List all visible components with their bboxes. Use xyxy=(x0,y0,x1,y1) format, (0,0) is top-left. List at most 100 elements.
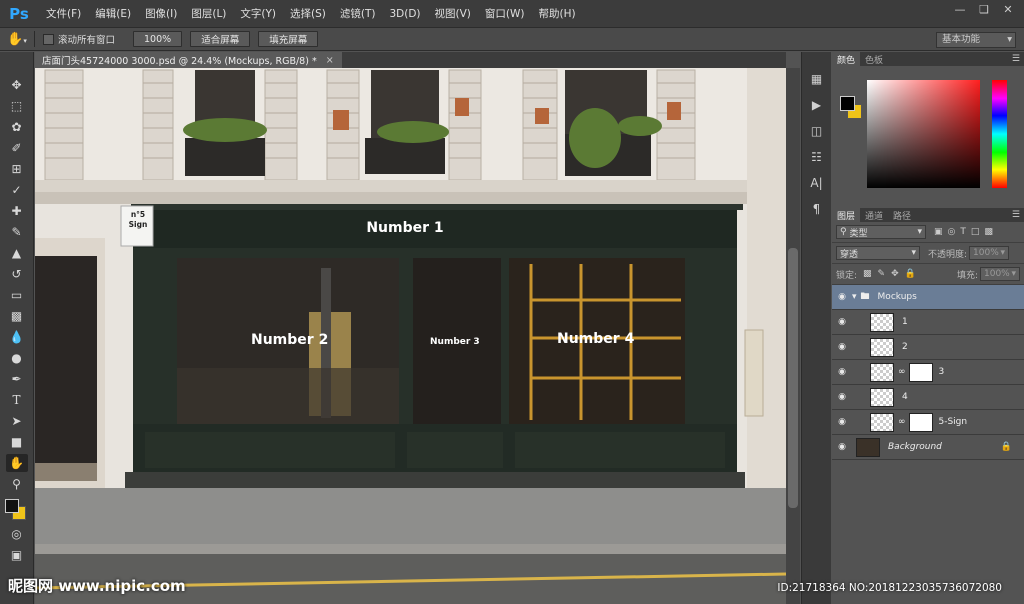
marquee-tool-icon[interactable]: ⬚ xyxy=(6,97,28,115)
minimize-icon[interactable]: — xyxy=(948,0,972,18)
panel-menu-icon[interactable]: ☰ xyxy=(1012,54,1020,64)
visibility-eye-icon[interactable]: ◉ xyxy=(832,317,852,327)
tab-channels[interactable]: 通道 xyxy=(860,208,888,222)
close-icon[interactable]: ✕ xyxy=(996,0,1020,18)
smart-object-thumbnail xyxy=(870,412,894,432)
fit-screen-button[interactable]: 适合屏幕 xyxy=(190,31,251,47)
hand-tool-icon[interactable]: ✋ xyxy=(5,454,28,472)
menu-filter[interactable]: 滤镜(T) xyxy=(333,0,383,27)
sign-text: n°5 Sign xyxy=(128,210,148,229)
foreground-color-swatch[interactable] xyxy=(4,499,19,513)
visibility-eye-icon[interactable]: ◉ xyxy=(832,392,852,402)
document-tabs: 店面门头45724000 3000.psd @ 24.4% (Mockups, … xyxy=(35,52,786,68)
quick-select-tool-icon[interactable]: ✐ xyxy=(6,139,28,157)
menu-select[interactable]: 选择(S) xyxy=(283,0,333,27)
color-picker-field[interactable] xyxy=(867,80,980,188)
mask-link-icon[interactable]: ∞ xyxy=(898,367,906,377)
layer-mask-thumbnail[interactable] xyxy=(908,412,933,432)
visibility-eye-icon[interactable]: ◉ xyxy=(832,442,852,452)
scrollbar-thumb[interactable] xyxy=(788,248,798,508)
menu-layer[interactable]: 图层(L) xyxy=(184,0,233,27)
hand-tool-preset-icon[interactable]: ✋▾ xyxy=(0,32,34,47)
tab-color[interactable]: 颜色 xyxy=(832,52,861,66)
blur-tool-icon[interactable]: 💧 xyxy=(6,328,28,346)
smart-object-thumbnail xyxy=(870,312,894,332)
layers-panel-menu-icon[interactable]: ☰ xyxy=(1012,210,1020,220)
quick-mask-icon[interactable]: ◎ xyxy=(6,525,28,543)
actions-panel-icon[interactable]: ▶ xyxy=(807,96,827,114)
restore-icon[interactable]: ❑ xyxy=(972,0,996,18)
layer-row-group[interactable]: ◉ ▾ 🖿 Mockups xyxy=(832,285,1024,310)
crop-tool-icon[interactable]: ⊞ xyxy=(6,160,28,178)
layer-row[interactable]: ◉ 1 xyxy=(832,310,1024,335)
eyedropper-tool-icon[interactable]: ✓ xyxy=(6,181,28,199)
menu-edit[interactable]: 编辑(E) xyxy=(88,0,138,27)
gradient-tool-icon[interactable]: ▩ xyxy=(6,307,28,325)
document-tab[interactable]: 店面门头45724000 3000.psd @ 24.4% (Mockups, … xyxy=(35,52,342,68)
scroll-all-checkbox[interactable] xyxy=(43,33,54,45)
fill-screen-button[interactable]: 填充屏幕 xyxy=(258,31,319,47)
filter-icons[interactable]: ▣◎T□▩ xyxy=(934,227,998,237)
tab-paths[interactable]: 路径 xyxy=(888,208,916,222)
mask-link-icon[interactable]: ∞ xyxy=(898,417,906,427)
layer-row[interactable]: ◉ ∞ 3 xyxy=(832,360,1024,385)
fill-input[interactable]: 100% ▾ xyxy=(980,267,1020,281)
zoom-tool-icon[interactable]: ⚲ xyxy=(6,475,28,493)
brush-tool-icon[interactable]: ✎ xyxy=(6,223,28,241)
close-document-icon[interactable]: × xyxy=(326,55,334,66)
rectangle-tool-icon[interactable]: ■ xyxy=(6,433,28,451)
menu-type[interactable]: 文字(Y) xyxy=(233,0,283,27)
path-select-tool-icon[interactable]: ➤ xyxy=(6,412,28,430)
tools-panel: ✥ ⬚ ✿ ✐ ⊞ ✓ ✚ ✎ ▲ ↺ ▭ ▩ 💧 ● ✒ T ➤ ■ ✋ ⚲ … xyxy=(0,52,34,604)
tab-layers[interactable]: 图层 xyxy=(832,208,861,222)
lock-label: 锁定: xyxy=(836,270,858,281)
menu-window[interactable]: 窗口(W) xyxy=(478,0,532,27)
canvas-vertical-scrollbar[interactable] xyxy=(786,68,800,604)
scroll-all-label: 滚动所有窗口 xyxy=(58,35,116,46)
clone-stamp-tool-icon[interactable]: ▲ xyxy=(6,244,28,262)
properties-panel-icon[interactable]: ☷ xyxy=(807,148,827,166)
tab-swatches[interactable]: 色板 xyxy=(860,52,888,66)
visibility-eye-icon[interactable]: ◉ xyxy=(832,342,852,352)
storefront-text-number-2: Number 2 xyxy=(251,332,329,348)
layer-name: 2 xyxy=(902,342,908,352)
color-swatches[interactable] xyxy=(3,497,31,523)
blend-mode-select[interactable]: 穿透 ▾ xyxy=(836,246,920,260)
type-tool-icon[interactable]: T xyxy=(6,391,28,409)
layer-name: Mockups xyxy=(877,292,917,302)
dodge-tool-icon[interactable]: ● xyxy=(6,349,28,367)
group-expand-icon[interactable]: ▾ xyxy=(852,292,857,302)
lock-icons[interactable]: ▩✎✥🔒 xyxy=(863,269,922,279)
layer-mask-thumbnail[interactable] xyxy=(908,362,933,382)
visibility-eye-icon[interactable]: ◉ xyxy=(832,292,852,302)
zoom-100-button[interactable]: 100% xyxy=(133,31,183,47)
character-panel-icon[interactable]: A| xyxy=(807,174,827,192)
layer-filter-select[interactable]: ⚲ 类型 ▾ xyxy=(836,225,926,239)
menu-image[interactable]: 图像(I) xyxy=(138,0,184,27)
hue-slider[interactable] xyxy=(992,80,1007,188)
menu-file[interactable]: 文件(F) xyxy=(39,0,88,27)
layer-row[interactable]: ◉ 4 xyxy=(832,385,1024,410)
pen-tool-icon[interactable]: ✒ xyxy=(6,370,28,388)
document-canvas[interactable]: n°5 Sign Number 1 Number 2 Number 3 Numb… xyxy=(35,68,786,604)
menu-view[interactable]: 视图(V) xyxy=(428,0,478,27)
layer-row-background[interactable]: ◉ Background 🔒 xyxy=(832,435,1024,460)
opacity-input[interactable]: 100% ▾ xyxy=(969,246,1010,260)
history-brush-tool-icon[interactable]: ↺ xyxy=(6,265,28,283)
visibility-eye-icon[interactable]: ◉ xyxy=(832,367,852,377)
screen-mode-icon[interactable]: ▣ xyxy=(6,546,28,564)
color-panel-foreground-swatch[interactable] xyxy=(840,96,855,111)
layer-row[interactable]: ◉ ∞ 5-Sign xyxy=(832,410,1024,435)
layer-row[interactable]: ◉ 2 xyxy=(832,335,1024,360)
workspace-select[interactable]: 基本功能 ▾ xyxy=(936,32,1016,48)
history-panel-icon[interactable]: ▦ xyxy=(807,70,827,88)
menu-help[interactable]: 帮助(H) xyxy=(532,0,583,27)
healing-brush-tool-icon[interactable]: ✚ xyxy=(6,202,28,220)
visibility-eye-icon[interactable]: ◉ xyxy=(832,417,852,427)
menu-3d[interactable]: 3D(D) xyxy=(382,0,427,27)
paragraph-panel-icon[interactable]: ¶ xyxy=(807,200,827,218)
lasso-tool-icon[interactable]: ✿ xyxy=(6,118,28,136)
adjustments-panel-icon[interactable]: ◫ xyxy=(807,122,827,140)
eraser-tool-icon[interactable]: ▭ xyxy=(6,286,28,304)
move-tool-icon[interactable]: ✥ xyxy=(6,76,28,94)
